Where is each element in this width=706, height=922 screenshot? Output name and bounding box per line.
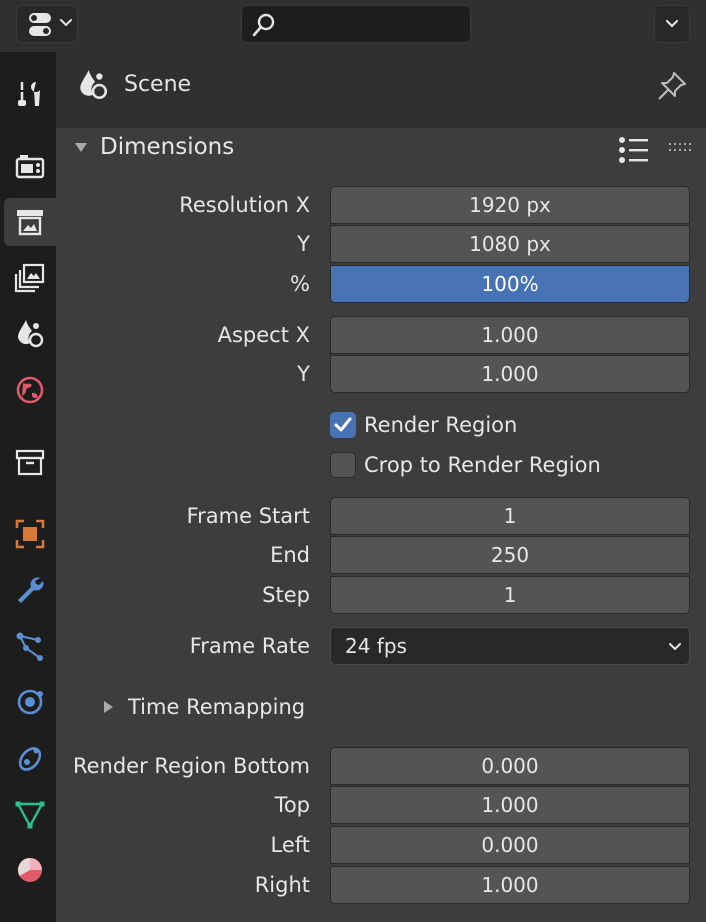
resolution-x-label: Resolution X [179, 193, 310, 217]
resolution-x-field[interactable]: 1920 px [330, 186, 690, 224]
context-scene-label: Scene [124, 72, 192, 97]
scene-tab[interactable] [4, 310, 56, 358]
render-icon [15, 155, 45, 179]
chevron-down-icon [60, 19, 72, 27]
render-region-bottom-label: Render Region Bottom [72, 754, 310, 778]
dimensions-panel-body: Resolution X 1920 px Y 1080 px % 100% As… [56, 170, 706, 922]
scene-icon [18, 320, 44, 348]
frame-step-label: Step [262, 583, 310, 607]
properties-main: Scene Dimensions Resolution X 1920 px Y … [56, 52, 706, 922]
chevron-down-icon [669, 643, 681, 651]
search-icon [252, 13, 275, 37]
particles-icon [16, 632, 43, 661]
tool-icon [18, 82, 40, 106]
physics-icon [17, 689, 43, 715]
frame-rate-value: 24 fps [345, 634, 407, 658]
render-region-top-field[interactable]: 1.000 [330, 786, 690, 824]
frame-end-label: End [270, 543, 310, 567]
output-tab[interactable] [4, 198, 56, 246]
search-input[interactable] [282, 12, 466, 38]
panel-title: Dimensions [100, 134, 235, 160]
aspect-y-field[interactable]: 1.000 [330, 355, 690, 393]
render-region-bottom-field[interactable]: 0.000 [330, 747, 690, 785]
resolution-percentage-slider[interactable]: 100% [330, 265, 690, 303]
resolution-y-field[interactable]: 1080 px [330, 225, 690, 263]
options-button[interactable] [654, 5, 690, 43]
frame-step-field[interactable]: 1 [330, 576, 690, 614]
physics-tab[interactable] [4, 678, 56, 726]
editor-type-icon [29, 13, 51, 36]
view-layer-tab[interactable] [4, 254, 56, 302]
render-tab[interactable] [4, 142, 56, 190]
output-icon [17, 210, 43, 236]
collapse-triangle-icon [75, 143, 87, 152]
aspect-x-field[interactable]: 1.000 [330, 316, 690, 354]
frame-rate-label: Frame Rate [189, 634, 310, 658]
expand-triangle-icon [104, 701, 113, 713]
view-layer-icon [14, 263, 45, 293]
frame-rate-dropdown[interactable]: 24 fps [330, 627, 690, 665]
render-region-left-field[interactable]: 0.000 [330, 826, 690, 864]
aspect-x-label: Aspect X [217, 323, 310, 347]
render-region-label: Render Region [364, 413, 518, 437]
aspect-y-label: Y [297, 362, 310, 386]
pin-icon[interactable] [656, 70, 688, 102]
render-region-right-field[interactable]: 1.000 [330, 866, 690, 904]
object-tab[interactable] [4, 510, 56, 558]
header-bar [0, 0, 706, 52]
render-region-left-label: Left [270, 833, 310, 857]
context-bar: Scene [56, 52, 706, 118]
crop-to-render-region-checkbox[interactable] [330, 452, 356, 478]
dimensions-panel-header[interactable]: Dimensions [56, 128, 706, 170]
material-icon [17, 858, 42, 882]
world-tab[interactable] [4, 366, 56, 414]
frame-start-field[interactable]: 1 [330, 497, 690, 535]
collection-tab[interactable] [4, 438, 56, 486]
mesh-data-icon [15, 801, 45, 829]
checkmark-icon [334, 417, 352, 432]
constraints-icon [18, 747, 42, 771]
resolution-percentage-label: % [290, 272, 310, 296]
modifiers-tab[interactable] [4, 566, 56, 614]
frame-end-field[interactable]: 250 [330, 536, 690, 574]
particles-tab[interactable] [4, 622, 56, 670]
search-field[interactable] [241, 5, 471, 43]
wrench-icon [18, 577, 44, 603]
render-region-top-label: Top [274, 793, 310, 817]
material-tab[interactable] [4, 846, 56, 894]
render-region-right-label: Right [254, 873, 310, 897]
resolution-y-label: Y [297, 232, 310, 256]
frame-start-label: Frame Start [186, 504, 310, 528]
render-region-checkbox[interactable] [330, 412, 356, 438]
tool-tab[interactable] [4, 70, 56, 118]
crop-to-render-region-label: Crop to Render Region [364, 453, 601, 477]
chevron-down-icon [665, 19, 679, 28]
scene-icon [80, 70, 108, 100]
world-icon [16, 376, 44, 404]
data-tab[interactable] [4, 790, 56, 838]
collection-icon [15, 449, 45, 476]
presets-list-icon[interactable] [618, 136, 650, 164]
constraints-tab[interactable] [4, 734, 56, 782]
time-remapping-label: Time Remapping [128, 695, 306, 719]
properties-tabs-sidebar [0, 52, 56, 922]
drag-grip-icon[interactable] [668, 142, 692, 154]
editor-type-button[interactable] [16, 5, 78, 43]
object-icon [15, 519, 45, 549]
